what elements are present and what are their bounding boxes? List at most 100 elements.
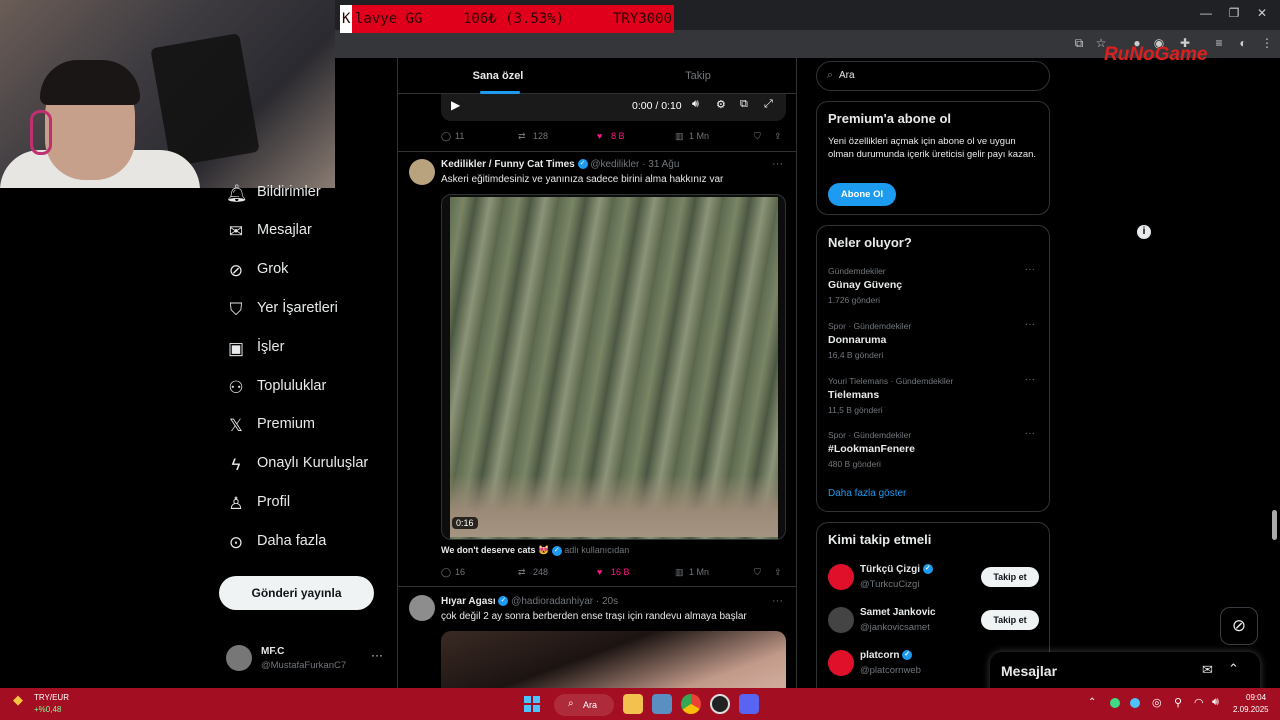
trend-more-icon[interactable]: ··· bbox=[1025, 264, 1035, 275]
views-icon[interactable]: ▥ bbox=[675, 567, 684, 578]
more-options-icon[interactable]: ··· bbox=[772, 595, 783, 607]
follow-button[interactable]: Takip et bbox=[981, 610, 1039, 630]
trend-item[interactable]: Gündemdekiler Günay Güvenç 1.726 gönderi… bbox=[817, 262, 1049, 310]
avatar[interactable] bbox=[409, 159, 435, 185]
reading-list-icon[interactable]: ≡ bbox=[1210, 34, 1228, 52]
tweet-media[interactable] bbox=[441, 631, 786, 688]
verified-badge-icon: ✓ bbox=[498, 596, 509, 607]
chevron-up-icon[interactable]: ⌃ bbox=[1088, 697, 1096, 708]
profile-icon[interactable]: ◐ bbox=[1234, 34, 1252, 52]
volume-icon[interactable]: 🔊︎ bbox=[692, 98, 699, 111]
avatar[interactable] bbox=[409, 595, 435, 621]
clock-date[interactable]: 2.09.2025 bbox=[1233, 705, 1269, 714]
tab-for-you[interactable]: Sana özel bbox=[398, 58, 598, 94]
clock-time[interactable]: 09:04 bbox=[1246, 693, 1266, 702]
media-caption: We don't deserve cats 😻 ✓ adlı kullanıcı… bbox=[441, 545, 629, 556]
avatar[interactable] bbox=[828, 650, 854, 676]
avatar[interactable] bbox=[828, 607, 854, 633]
tweet-handle[interactable]: @hadioradanhiyar bbox=[511, 596, 593, 607]
info-icon[interactable]: i bbox=[1137, 225, 1151, 239]
share-icon[interactable]: ⇪ bbox=[774, 131, 782, 142]
tweet-time[interactable]: · 31 Ağu bbox=[642, 159, 679, 170]
start-button[interactable] bbox=[524, 696, 540, 712]
nav-item-verified-orgs[interactable]: ϟ Onaylı Kuruluşlar bbox=[222, 447, 392, 483]
bookmark-action-icon[interactable]: ⛉ bbox=[754, 131, 761, 142]
briefcase-icon: ▣ bbox=[227, 339, 245, 358]
taskbar-search[interactable]: ⌕ Ara bbox=[554, 694, 614, 716]
expand-icon[interactable]: ⌃ bbox=[1228, 661, 1239, 677]
app-icon[interactable] bbox=[652, 694, 672, 714]
nav-item-communities[interactable]: ⚇ Topluluklar bbox=[222, 370, 392, 406]
account-name[interactable]: platcorn ✓ bbox=[860, 650, 913, 661]
network-icon[interactable]: ◎ bbox=[1152, 696, 1162, 709]
show-more-link[interactable]: Daha fazla göster bbox=[828, 488, 906, 499]
settings-icon[interactable]: ⚙ bbox=[716, 98, 726, 111]
volume-tray-icon[interactable]: 🔊︎ bbox=[1212, 696, 1219, 709]
pip-icon[interactable]: ⧉ bbox=[740, 98, 748, 111]
taskbar-search-label: Ara bbox=[583, 700, 598, 710]
nav-item-more[interactable]: ⊙ Daha fazla bbox=[222, 525, 392, 561]
tab-following[interactable]: Takip bbox=[598, 58, 796, 94]
trend-item[interactable]: Youri Tielemans · Gündemdekiler Tieleman… bbox=[817, 372, 1049, 420]
nav-item-jobs[interactable]: ▣ İşler bbox=[222, 331, 392, 367]
nav-item-profile[interactable]: ♙ Profil bbox=[222, 486, 392, 522]
like-icon[interactable]: ♥ bbox=[597, 131, 602, 141]
nav-item-messages[interactable]: ✉ Mesajlar bbox=[222, 214, 392, 250]
reply-icon[interactable]: ◯ bbox=[441, 567, 451, 578]
weather-icon[interactable]: ◆ bbox=[13, 692, 23, 708]
nav-item-bookmarks[interactable]: ⛉ Yer İşaretleri bbox=[222, 292, 392, 328]
trend-count: 11,5 B gönderi bbox=[828, 405, 883, 415]
repost-icon[interactable]: ⇄ bbox=[518, 567, 526, 578]
trend-item[interactable]: Spor · Gündemdekiler Donnaruma 16,4 B gö… bbox=[817, 317, 1049, 365]
trend-item[interactable]: Spor · Gündemdekiler #LookmanFenere 480 … bbox=[817, 426, 1049, 474]
currency-label[interactable]: TRY/EUR bbox=[34, 693, 69, 702]
tweet-media[interactable]: 0:16 bbox=[441, 194, 786, 540]
tweet-time[interactable]: · 20s bbox=[596, 596, 618, 607]
repost-icon[interactable]: ⇄ bbox=[518, 131, 526, 142]
follow-button[interactable]: Takip et bbox=[981, 567, 1039, 587]
install-app-icon[interactable]: ⧉ bbox=[1070, 34, 1088, 52]
grok-icon[interactable]: ⊘ bbox=[1220, 607, 1258, 645]
wifi-icon[interactable]: ◠ bbox=[1194, 696, 1204, 709]
trend-more-icon[interactable]: ··· bbox=[1025, 428, 1035, 439]
account-name[interactable]: Samet Jankovic bbox=[860, 607, 936, 618]
tray-app-icon[interactable] bbox=[1110, 698, 1120, 708]
close-icon[interactable]: ✕ bbox=[1252, 6, 1272, 20]
discord-icon[interactable] bbox=[739, 694, 759, 714]
file-explorer-icon[interactable] bbox=[623, 694, 643, 714]
microphone-icon[interactable]: ⚲ bbox=[1174, 696, 1182, 709]
nav-item-premium[interactable]: 𝕏 Premium bbox=[222, 408, 392, 444]
restore-icon[interactable]: ❐ bbox=[1224, 6, 1244, 20]
bookmark-action-icon[interactable]: ⛉ bbox=[754, 567, 761, 578]
minimize-icon[interactable]: — bbox=[1196, 6, 1216, 20]
fullscreen-icon[interactable]: ⤢ bbox=[764, 98, 773, 111]
account-switcher[interactable]: MF.C @MustafaFurkanC7 ··· bbox=[226, 644, 426, 674]
post-button[interactable]: Gönderi yayınla bbox=[219, 576, 374, 610]
trend-more-icon[interactable]: ··· bbox=[1025, 319, 1035, 330]
tweet-author[interactable]: Kedilikler / Funny Cat Times bbox=[441, 159, 575, 170]
share-icon[interactable]: ⇪ bbox=[774, 567, 782, 578]
search-input[interactable]: Ara bbox=[839, 70, 855, 81]
tweet-author[interactable]: Hıyar Agası bbox=[441, 596, 496, 607]
search-box[interactable]: ⌕ Ara bbox=[816, 61, 1050, 91]
new-message-icon[interactable]: ✉ bbox=[1202, 662, 1213, 678]
subscribe-button[interactable]: Abone Ol bbox=[828, 183, 896, 206]
trend-more-icon[interactable]: ··· bbox=[1025, 374, 1035, 385]
chrome-icon[interactable] bbox=[681, 694, 701, 714]
play-icon[interactable]: ▶ bbox=[451, 98, 460, 112]
views-icon[interactable]: ▥ bbox=[675, 131, 684, 142]
nav-item-notifications[interactable]: 🔔︎ Bildirimler bbox=[222, 176, 392, 212]
more-options-icon[interactable]: ··· bbox=[772, 158, 783, 170]
tray-app-icon[interactable] bbox=[1130, 698, 1140, 708]
menu-icon[interactable]: ⋮ bbox=[1258, 34, 1276, 52]
account-name[interactable]: Türkçü Çizgi ✓ bbox=[860, 564, 933, 575]
obs-icon[interactable] bbox=[710, 694, 730, 714]
account-menu-icon[interactable]: ··· bbox=[371, 648, 383, 662]
scrollbar-thumb[interactable] bbox=[1272, 510, 1277, 540]
tweet-handle[interactable]: @kedilikler bbox=[590, 159, 639, 170]
like-icon[interactable]: ♥ bbox=[597, 567, 602, 577]
nav-item-grok[interactable]: ⊘ Grok bbox=[222, 253, 392, 289]
messages-drawer[interactable]: Mesajlar ✉ ⌃ bbox=[990, 652, 1260, 692]
avatar[interactable] bbox=[828, 564, 854, 590]
reply-icon[interactable]: ◯ bbox=[441, 131, 451, 142]
